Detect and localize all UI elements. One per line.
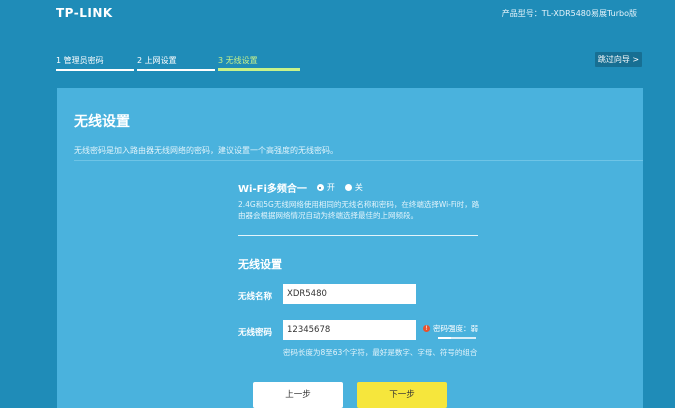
multiband-on-label: 开 bbox=[326, 183, 335, 192]
radio-checked-icon bbox=[316, 184, 324, 191]
section-divider bbox=[238, 235, 478, 236]
wizard-steps: 1 管理员密码 2 上网设置 3 无线设置 bbox=[56, 55, 300, 73]
multiband-off-radio[interactable]: 关 bbox=[344, 182, 363, 193]
prev-button[interactable]: 上一步 bbox=[253, 382, 343, 408]
multiband-label: Wi-Fi多频合一 bbox=[238, 184, 307, 195]
step-bar-1 bbox=[56, 69, 134, 71]
skip-wizard-button[interactable]: 跳过向导 > bbox=[595, 52, 642, 67]
strength-label: 密码强度：弱 bbox=[433, 324, 478, 333]
multiband-row: Wi-Fi多频合一 开 关 bbox=[238, 180, 373, 195]
ssid-label: 无线名称 bbox=[238, 292, 273, 302]
step-wireless: 3 无线设置 bbox=[218, 56, 258, 65]
password-strength: ! 密码强度：弱 bbox=[423, 323, 478, 334]
multiband-off-label: 关 bbox=[354, 183, 363, 192]
panel-title: 无线设置 bbox=[74, 114, 130, 130]
alert-icon: ! bbox=[423, 325, 430, 332]
ssid-input[interactable]: XDR5480 bbox=[283, 284, 416, 304]
password-input[interactable]: 12345678 bbox=[283, 320, 416, 340]
step-bar-3 bbox=[218, 68, 300, 71]
strength-bar bbox=[438, 337, 476, 339]
strength-fill bbox=[438, 337, 451, 339]
step-bar-2 bbox=[137, 69, 215, 71]
next-button[interactable]: 下一步 bbox=[357, 382, 447, 408]
step-admin-password: 1 管理员密码 bbox=[56, 56, 104, 65]
wireless-panel: 无线设置 无线密码是加入路由器无线网络的密码，建议设置一个高强度的无线密码。 W… bbox=[57, 88, 643, 408]
wireless-section-title: 无线设置 bbox=[238, 258, 282, 271]
multiband-on-radio[interactable]: 开 bbox=[316, 182, 335, 193]
multiband-description: 2.4G和5G无线网络使用相同的无线名称和密码，在终端选择Wi-Fi时，路由器会… bbox=[238, 200, 480, 220]
panel-divider bbox=[74, 160, 643, 161]
password-label: 无线密码 bbox=[238, 328, 273, 338]
radio-unchecked-icon bbox=[344, 184, 352, 191]
password-hint: 密码长度为8至63个字符，最好是数字、字母、符号的组合 bbox=[283, 348, 478, 357]
step-internet: 2 上网设置 bbox=[137, 56, 177, 65]
logo: TP-LINK bbox=[56, 6, 113, 20]
panel-description: 无线密码是加入路由器无线网络的密码，建议设置一个高强度的无线密码。 bbox=[74, 146, 338, 155]
product-model: 产品型号：TL-XDR5480易展Turbo版 bbox=[501, 9, 637, 18]
